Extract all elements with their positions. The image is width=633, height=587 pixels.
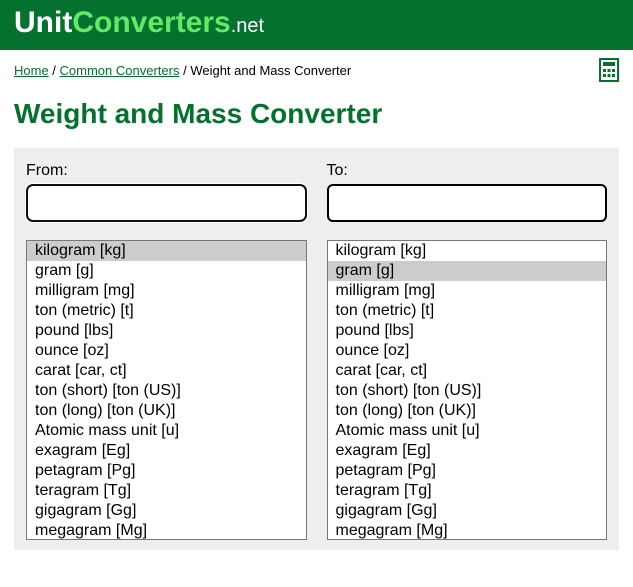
converter-panel: From: kilogram [kg]gram [g]milligram [mg…	[14, 148, 619, 550]
breadcrumb-row: Home / Common Converters / Weight and Ma…	[0, 50, 633, 82]
site-logo[interactable]: UnitConverters.net	[14, 6, 619, 40]
unit-option[interactable]: gigagram [Gg]	[27, 501, 306, 521]
unit-option[interactable]: teragram [Tg]	[27, 481, 306, 501]
unit-option[interactable]: ounce [oz]	[27, 341, 306, 361]
unit-option[interactable]: gigagram [Gg]	[328, 501, 607, 521]
unit-option[interactable]: milligram [mg]	[27, 281, 306, 301]
to-column: To: kilogram [kg]gram [g]milligram [mg]t…	[327, 162, 608, 540]
unit-option[interactable]: gram [g]	[27, 261, 306, 281]
from-input[interactable]	[26, 184, 307, 222]
unit-option[interactable]: ton (metric) [t]	[328, 301, 607, 321]
site-header: UnitConverters.net	[0, 0, 633, 50]
to-input[interactable]	[327, 184, 608, 222]
unit-option[interactable]: petagram [Pg]	[328, 461, 607, 481]
breadcrumb-sep: /	[49, 63, 60, 78]
breadcrumb-home[interactable]: Home	[14, 63, 49, 78]
unit-option[interactable]: gram [g]	[328, 261, 607, 281]
unit-option[interactable]: Atomic mass unit [u]	[27, 421, 306, 441]
unit-option[interactable]: exagram [Eg]	[27, 441, 306, 461]
breadcrumb-sep: /	[179, 63, 190, 78]
unit-option[interactable]: exagram [Eg]	[328, 441, 607, 461]
unit-option[interactable]: petagram [Pg]	[27, 461, 306, 481]
unit-option[interactable]: ton (long) [ton (UK)]	[328, 401, 607, 421]
from-column: From: kilogram [kg]gram [g]milligram [mg…	[26, 162, 307, 540]
unit-option[interactable]: pound [lbs]	[328, 321, 607, 341]
unit-option[interactable]: kilogram [kg]	[27, 241, 306, 261]
unit-option[interactable]: ton (metric) [t]	[27, 301, 306, 321]
page-title: Weight and Mass Converter	[0, 82, 633, 148]
unit-option[interactable]: ton (short) [ton (US)]	[328, 381, 607, 401]
unit-option[interactable]: carat [car, ct]	[27, 361, 306, 381]
calculator-icon[interactable]	[599, 58, 619, 82]
from-label: From:	[26, 162, 307, 180]
logo-part-unit: Unit	[14, 6, 72, 39]
unit-option[interactable]: megagram [Mg]	[27, 521, 306, 540]
unit-option[interactable]: megagram [Mg]	[328, 521, 607, 540]
from-unit-list[interactable]: kilogram [kg]gram [g]milligram [mg]ton (…	[26, 240, 307, 540]
to-label: To:	[327, 162, 608, 180]
unit-option[interactable]: kilogram [kg]	[328, 241, 607, 261]
unit-option[interactable]: ton (long) [ton (UK)]	[27, 401, 306, 421]
unit-option[interactable]: teragram [Tg]	[328, 481, 607, 501]
logo-part-converters: Converters	[72, 6, 230, 39]
unit-option[interactable]: ounce [oz]	[328, 341, 607, 361]
breadcrumb: Home / Common Converters / Weight and Ma…	[14, 63, 351, 78]
to-unit-list[interactable]: kilogram [kg]gram [g]milligram [mg]ton (…	[327, 240, 608, 540]
unit-option[interactable]: ton (short) [ton (US)]	[27, 381, 306, 401]
logo-part-net: .net	[231, 15, 264, 37]
unit-option[interactable]: Atomic mass unit [u]	[328, 421, 607, 441]
breadcrumb-current: Weight and Mass Converter	[190, 63, 351, 78]
breadcrumb-common[interactable]: Common Converters	[60, 63, 180, 78]
unit-option[interactable]: milligram [mg]	[328, 281, 607, 301]
unit-option[interactable]: carat [car, ct]	[328, 361, 607, 381]
unit-option[interactable]: pound [lbs]	[27, 321, 306, 341]
